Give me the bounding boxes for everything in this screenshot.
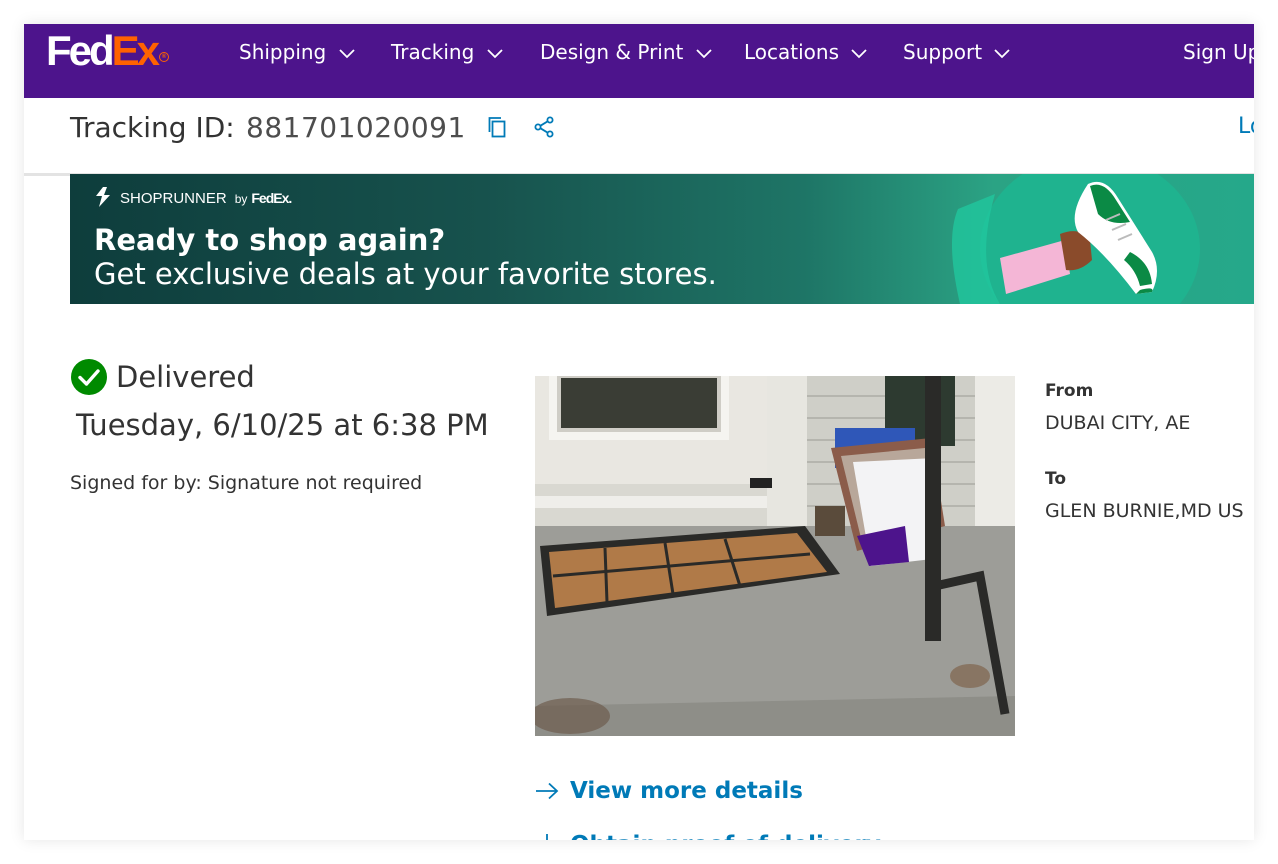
delivery-datetime: Tuesday, 6/10/25 at 6:38 PM — [76, 408, 489, 442]
shoprunner-by: by — [234, 192, 248, 206]
chevron-down-icon — [851, 48, 868, 58]
page-frame: FedEx ® Shipping Tracking Design & Print … — [24, 24, 1254, 840]
arrow-right-icon — [536, 782, 559, 800]
banner-title: Ready to shop again? — [94, 223, 446, 257]
nav-shipping[interactable]: Shipping — [239, 40, 355, 64]
tracking-id-label: Tracking ID: — [70, 111, 235, 144]
shoprunner-name: SHOPRUNNER — [120, 190, 227, 207]
chevron-down-icon — [696, 48, 712, 58]
chevron-down-icon — [994, 48, 1011, 58]
top-nav: FedEx ® Shipping Tracking Design & Print … — [24, 24, 1254, 98]
login-link[interactable]: Lo — [1238, 112, 1254, 142]
nav-label: Design & Print — [540, 40, 684, 64]
nav-locations[interactable]: Locations — [744, 40, 868, 64]
fedex-logo[interactable]: FedEx ® — [46, 26, 170, 76]
logo-ex: Ex — [111, 27, 160, 74]
tracking-id-value: 881701020091 — [246, 111, 466, 144]
nav-support[interactable]: Support — [903, 40, 1011, 64]
nav-label: Tracking — [391, 40, 475, 64]
sign-up-link[interactable]: Sign Up — [1183, 40, 1254, 64]
nav-label: Shipping — [239, 40, 327, 64]
check-circle-icon — [71, 359, 107, 395]
banner-subtitle: Get exclusive deals at your favorite sto… — [94, 257, 717, 291]
shoprunner-logo-icon — [96, 187, 110, 207]
nav-label: Locations — [744, 40, 840, 64]
chevron-down-icon — [338, 48, 355, 58]
shoprunner-banner[interactable]: SHOPRUNNER by FedEx. Ready to shop again? … — [70, 174, 1254, 304]
proof-of-delivery-label: Obtain proof of delivery — [570, 830, 881, 840]
download-icon — [546, 834, 548, 840]
tracking-bar: Tracking ID: 881701020091 Lo — [24, 98, 1254, 176]
to-label: To — [1045, 469, 1067, 489]
nav-label: Support — [903, 40, 983, 64]
nav-design-print[interactable]: Design & Print — [540, 40, 712, 64]
from-label: From — [1045, 381, 1094, 401]
delivery-photo[interactable] — [535, 376, 1015, 736]
share-icon[interactable] — [532, 115, 556, 139]
shoprunner-partner: FedEx. — [251, 190, 292, 206]
chevron-down-icon — [486, 48, 503, 58]
view-more-details-label: View more details — [570, 778, 803, 804]
to-value: GLEN BURNIE,MD US — [1045, 500, 1244, 522]
from-value: DUBAI CITY, AE — [1045, 412, 1191, 434]
nav-tracking[interactable]: Tracking — [391, 40, 503, 64]
registered-mark-icon: ® — [159, 52, 170, 62]
shoprunner-brand: SHOPRUNNER by FedEx. — [120, 188, 292, 209]
delivery-status: Delivered — [116, 360, 255, 394]
logo-fed: Fed — [46, 27, 115, 74]
copy-icon[interactable] — [486, 115, 510, 139]
sneaker-illustration — [951, 174, 1200, 304]
signed-for-text: Signed for by: Signature not required — [70, 472, 423, 494]
